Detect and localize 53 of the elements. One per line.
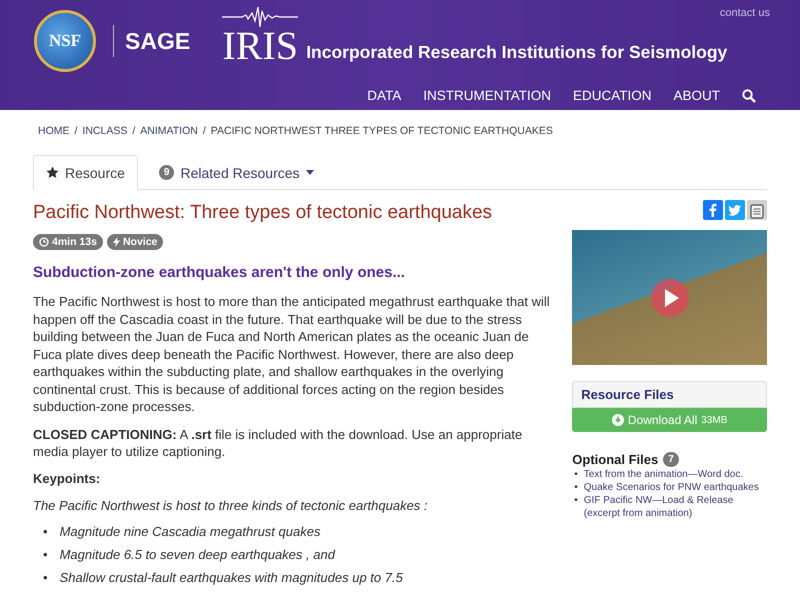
clock-icon <box>39 237 49 247</box>
file-link[interactable]: Quake Scenarios for PNW earthquakes <box>584 481 759 494</box>
bullet: • <box>43 522 48 540</box>
breadcrumb-link[interactable]: ANIMATION <box>140 125 198 137</box>
resource-files-heading: Resource Files <box>572 381 767 408</box>
seismogram-icon <box>222 5 298 27</box>
breadcrumb-separator: / <box>132 125 136 137</box>
section-heading: Subduction-zone earthquakes aren't the only ones... <box>33 264 406 281</box>
breadcrumb-link[interactable]: INCLASS <box>82 125 128 137</box>
keypoint-item: Shallow crustal-fault earthquakes with magnitudes up to 7.5 <box>60 568 403 586</box>
bullet: • <box>43 546 48 562</box>
document-icon[interactable] <box>747 200 767 220</box>
nav-link[interactable]: DATA <box>367 88 402 103</box>
keypoints-intro: The Pacific Northwest is host to three kinds of tectonic earthquakes : <box>33 498 429 512</box>
tab[interactable]: 9 Related Resources <box>146 155 327 190</box>
twitter-icon[interactable] <box>725 200 745 220</box>
bullet: • <box>574 494 578 508</box>
download-icon <box>612 414 624 426</box>
info-badge: Novice <box>106 234 164 250</box>
video-thumbnail[interactable] <box>572 230 767 365</box>
breadcrumb-link[interactable]: HOME <box>38 125 70 137</box>
paragraph: CLOSED CAPTIONING: A .srt file is included with the download. Use an appropriate media player to utilize captioning. <box>33 426 524 460</box>
contact-link[interactable]: contact us <box>720 7 770 19</box>
keypoints-heading: Keypoints: <box>33 470 102 486</box>
file-link[interactable]: GIF Pacific NW—Load & Release (excerpt from animation) <box>584 494 767 520</box>
keypoint-item: Magnitude nine Cascadia megathrust quakes <box>60 522 320 540</box>
optional-files-heading: Optional Files <box>572 452 658 467</box>
tab[interactable]: Resource <box>33 155 138 190</box>
breadcrumb-separator: / <box>202 125 206 137</box>
iris-logo[interactable]: IRIS <box>222 27 298 65</box>
site-title: Incorporated Research Institutions for Seismology <box>306 42 728 62</box>
keypoint-item: Magnitude 6.5 to seven deep earthquakes , and <box>60 546 335 562</box>
play-icon[interactable] <box>650 278 690 318</box>
facebook-icon[interactable] <box>703 200 723 220</box>
nav-link[interactable]: INSTRUMENTATION <box>423 88 551 103</box>
bullet: • <box>43 568 48 586</box>
current-page-label: PACIFIC NORTHWEST THREE TYPES OF TECTONIC EARTHQUAKES <box>210 125 553 137</box>
file-link[interactable]: Text from the animation—Word doc. <box>584 468 744 481</box>
breadcrumb-separator: / <box>74 125 78 137</box>
bullet: • <box>574 468 578 481</box>
lightning-icon <box>112 237 120 247</box>
search-icon[interactable] <box>742 88 756 102</box>
nav-link[interactable]: EDUCATION <box>572 88 652 103</box>
star-icon <box>46 166 59 179</box>
caret-icon <box>306 170 314 175</box>
count-badge: 9 <box>158 165 174 180</box>
page-title: Pacific Northwest: Three types of tectonic earthquakes <box>33 202 494 224</box>
info-badge: 4min 13s <box>33 234 103 250</box>
sage-logo[interactable]: SAGE <box>125 28 190 54</box>
nav-link[interactable]: ABOUT <box>673 88 720 103</box>
bullet: • <box>574 481 578 494</box>
paragraph: The Pacific Northwest is host to more than the anticipated megathrust earthquake that will happen off the Cascadia coast in the future. That earthquake will be due to the stress building between the Juan de Fuca and North American plates as the oceanic Juan de Fuca plate dives deep beneath the Pacific Northwest. However, there are also deep earthquakes within the subducting plate, and shallow earthquakes in the overlying continental crust. This is because of additional forces acting on the region besides subduction-zone processes. <box>33 293 551 416</box>
count-badge: 7 <box>663 452 679 467</box>
